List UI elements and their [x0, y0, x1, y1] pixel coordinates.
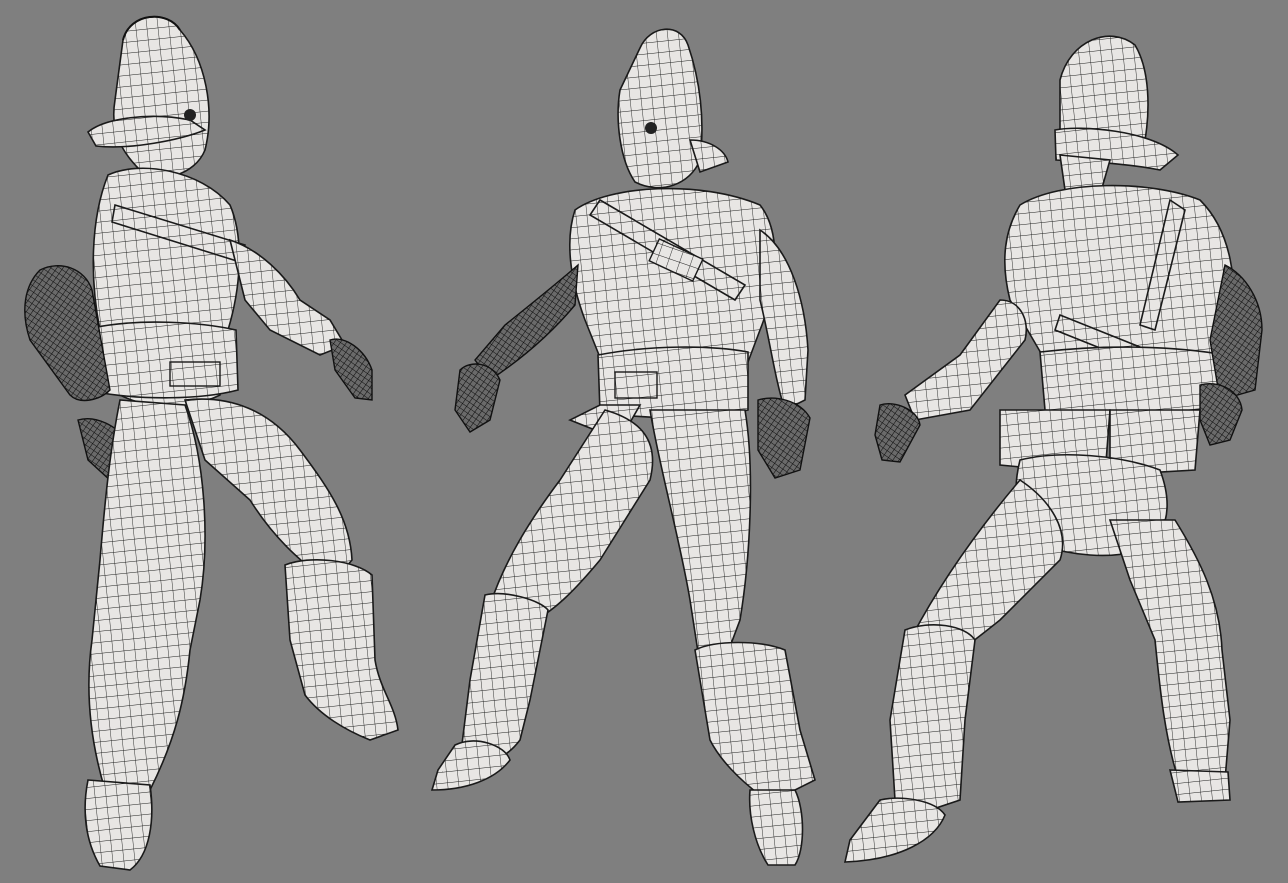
3d-viewport	[0, 0, 1288, 883]
male-gladiator-front-view	[430, 28, 816, 866]
male-gladiator-back-view	[843, 35, 1263, 863]
wireframe-render	[24, 15, 1263, 871]
female-gladiator-front-view	[24, 15, 399, 871]
